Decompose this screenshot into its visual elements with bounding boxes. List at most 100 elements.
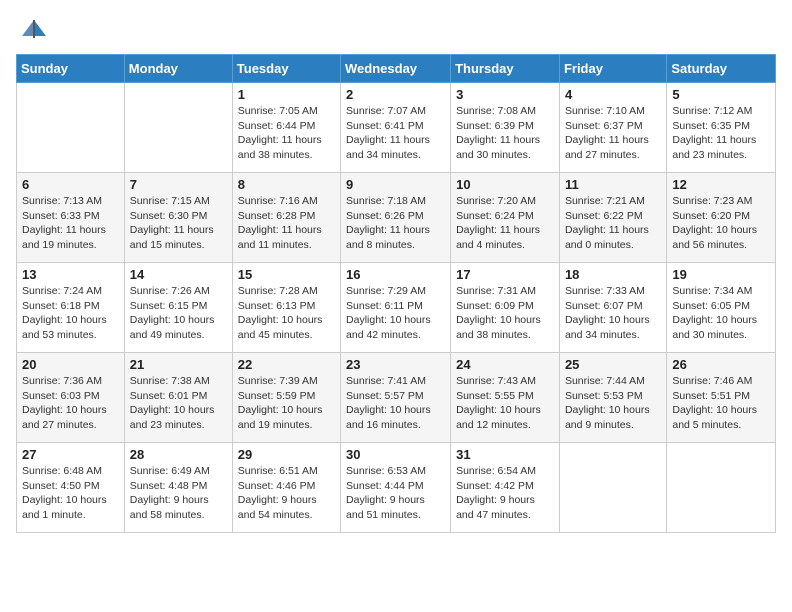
day-info: Sunrise: 7:46 AM Sunset: 5:51 PM Dayligh…	[672, 374, 770, 433]
calendar-cell: 7Sunrise: 7:15 AM Sunset: 6:30 PM Daylig…	[124, 173, 232, 263]
day-number: 21	[130, 357, 227, 372]
day-info: Sunrise: 7:26 AM Sunset: 6:15 PM Dayligh…	[130, 284, 227, 343]
day-number: 24	[456, 357, 554, 372]
calendar-cell: 30 Sunrise: 6:53 AM Sunset: 4:44 PM Dayli…	[341, 443, 451, 533]
day-number: 18	[565, 267, 661, 282]
day-info: Sunrise: 7:34 AM Sunset: 6:05 PM Dayligh…	[672, 284, 770, 343]
calendar-cell	[17, 83, 125, 173]
day-info: Sunrise: 6:53 AM Sunset: 4:44 PM Dayligh…	[346, 464, 445, 523]
calendar-cell: 13 Sunrise: 7:24 AM Sunset: 6:18 PM Dayli…	[17, 263, 125, 353]
day-info: Sunrise: 7:10 AM Sunset: 6:37 PM Dayligh…	[565, 104, 661, 163]
day-number: 7	[130, 177, 227, 192]
day-number: 9	[346, 177, 445, 192]
day-number: 6	[22, 177, 119, 192]
calendar-cell: 19 Sunrise: 7:34 AM Sunset: 6:05 PM Dayli…	[667, 263, 776, 353]
day-info: Sunrise: 7:38 AM Sunset: 6:01 PM Dayligh…	[130, 374, 227, 433]
day-info: Sunrise: 7:18 AM Sunset: 6:26 PM Dayligh…	[346, 194, 445, 253]
day-info: Sunrise: 6:51 AM Sunset: 4:46 PM Dayligh…	[238, 464, 335, 523]
calendar-cell	[124, 83, 232, 173]
calendar-week-row: 1Sunrise: 7:05 AM Sunset: 6:44 PM Daylig…	[17, 83, 776, 173]
day-number: 31	[456, 447, 554, 462]
day-number: 23	[346, 357, 445, 372]
weekday-header: Saturday	[667, 55, 776, 83]
calendar-cell: 22 Sunrise: 7:39 AM Sunset: 5:59 PM Dayli…	[232, 353, 340, 443]
day-number: 10	[456, 177, 554, 192]
day-number: 17	[456, 267, 554, 282]
calendar-cell: 6 Sunrise: 7:13 AM Sunset: 6:33 PM Daylig…	[17, 173, 125, 263]
day-number: 13	[22, 267, 119, 282]
calendar-cell: 11 Sunrise: 7:21 AM Sunset: 6:22 PM Dayli…	[559, 173, 666, 263]
day-number: 14	[130, 267, 227, 282]
calendar-cell: 23Sunrise: 7:41 AM Sunset: 5:57 PM Dayli…	[341, 353, 451, 443]
header	[16, 16, 776, 44]
day-number: 30	[346, 447, 445, 462]
day-info: Sunrise: 7:12 AM Sunset: 6:35 PM Dayligh…	[672, 104, 770, 163]
calendar-cell: 1Sunrise: 7:05 AM Sunset: 6:44 PM Daylig…	[232, 83, 340, 173]
logo-icon	[20, 16, 48, 44]
day-number: 25	[565, 357, 661, 372]
calendar-cell: 16 Sunrise: 7:29 AM Sunset: 6:11 PM Dayli…	[341, 263, 451, 353]
day-number: 19	[672, 267, 770, 282]
day-number: 2	[346, 87, 445, 102]
day-info: Sunrise: 7:39 AM Sunset: 5:59 PM Dayligh…	[238, 374, 335, 433]
day-info: Sunrise: 7:28 AM Sunset: 6:13 PM Dayligh…	[238, 284, 335, 343]
weekday-header: Sunday	[17, 55, 125, 83]
day-info: Sunrise: 7:16 AM Sunset: 6:28 PM Dayligh…	[238, 194, 335, 253]
calendar-cell: 14 Sunrise: 7:26 AM Sunset: 6:15 PM Dayli…	[124, 263, 232, 353]
calendar-cell: 18 Sunrise: 7:33 AM Sunset: 6:07 PM Dayli…	[559, 263, 666, 353]
calendar-cell: 26 Sunrise: 7:46 AM Sunset: 5:51 PM Dayli…	[667, 353, 776, 443]
day-info: Sunrise: 7:23 AM Sunset: 6:20 PM Dayligh…	[672, 194, 770, 253]
calendar-week-row: 13 Sunrise: 7:24 AM Sunset: 6:18 PM Dayli…	[17, 263, 776, 353]
calendar-week-row: 20Sunrise: 7:36 AM Sunset: 6:03 PM Dayli…	[17, 353, 776, 443]
day-info: Sunrise: 7:08 AM Sunset: 6:39 PM Dayligh…	[456, 104, 554, 163]
calendar-week-row: 6 Sunrise: 7:13 AM Sunset: 6:33 PM Daylig…	[17, 173, 776, 263]
weekday-header: Tuesday	[232, 55, 340, 83]
calendar-cell: 9 Sunrise: 7:18 AM Sunset: 6:26 PM Daylig…	[341, 173, 451, 263]
calendar-cell: 2 Sunrise: 7:07 AM Sunset: 6:41 PM Daylig…	[341, 83, 451, 173]
calendar-cell: 20Sunrise: 7:36 AM Sunset: 6:03 PM Dayli…	[17, 353, 125, 443]
day-number: 4	[565, 87, 661, 102]
calendar-header-row: SundayMondayTuesdayWednesdayThursdayFrid…	[17, 55, 776, 83]
day-info: Sunrise: 7:13 AM Sunset: 6:33 PM Dayligh…	[22, 194, 119, 253]
calendar-cell: 25 Sunrise: 7:44 AM Sunset: 5:53 PM Dayli…	[559, 353, 666, 443]
day-number: 15	[238, 267, 335, 282]
calendar-cell: 15 Sunrise: 7:28 AM Sunset: 6:13 PM Dayli…	[232, 263, 340, 353]
page: SundayMondayTuesdayWednesdayThursdayFrid…	[0, 0, 792, 545]
day-info: Sunrise: 7:20 AM Sunset: 6:24 PM Dayligh…	[456, 194, 554, 253]
day-info: Sunrise: 7:24 AM Sunset: 6:18 PM Dayligh…	[22, 284, 119, 343]
calendar-cell: 3 Sunrise: 7:08 AM Sunset: 6:39 PM Daylig…	[451, 83, 560, 173]
day-number: 26	[672, 357, 770, 372]
day-number: 28	[130, 447, 227, 462]
weekday-header: Monday	[124, 55, 232, 83]
day-number: 11	[565, 177, 661, 192]
calendar-cell: 10 Sunrise: 7:20 AM Sunset: 6:24 PM Dayli…	[451, 173, 560, 263]
day-info: Sunrise: 7:31 AM Sunset: 6:09 PM Dayligh…	[456, 284, 554, 343]
weekday-header: Thursday	[451, 55, 560, 83]
day-info: Sunrise: 6:54 AM Sunset: 4:42 PM Dayligh…	[456, 464, 554, 523]
calendar-cell: 31 Sunrise: 6:54 AM Sunset: 4:42 PM Dayli…	[451, 443, 560, 533]
day-info: Sunrise: 7:07 AM Sunset: 6:41 PM Dayligh…	[346, 104, 445, 163]
day-number: 8	[238, 177, 335, 192]
day-number: 16	[346, 267, 445, 282]
day-info: Sunrise: 7:43 AM Sunset: 5:55 PM Dayligh…	[456, 374, 554, 433]
day-info: Sunrise: 7:29 AM Sunset: 6:11 PM Dayligh…	[346, 284, 445, 343]
day-number: 12	[672, 177, 770, 192]
calendar-cell: 27Sunrise: 6:48 AM Sunset: 4:50 PM Dayli…	[17, 443, 125, 533]
day-info: Sunrise: 7:33 AM Sunset: 6:07 PM Dayligh…	[565, 284, 661, 343]
day-number: 22	[238, 357, 335, 372]
day-info: Sunrise: 7:44 AM Sunset: 5:53 PM Dayligh…	[565, 374, 661, 433]
calendar-week-row: 27Sunrise: 6:48 AM Sunset: 4:50 PM Dayli…	[17, 443, 776, 533]
calendar-cell: 17 Sunrise: 7:31 AM Sunset: 6:09 PM Dayli…	[451, 263, 560, 353]
calendar-cell: 29 Sunrise: 6:51 AM Sunset: 4:46 PM Dayli…	[232, 443, 340, 533]
day-info: Sunrise: 6:48 AM Sunset: 4:50 PM Dayligh…	[22, 464, 119, 523]
day-number: 3	[456, 87, 554, 102]
calendar-cell: 5Sunrise: 7:12 AM Sunset: 6:35 PM Daylig…	[667, 83, 776, 173]
weekday-header: Friday	[559, 55, 666, 83]
calendar-cell: 24 Sunrise: 7:43 AM Sunset: 5:55 PM Dayli…	[451, 353, 560, 443]
logo	[16, 16, 48, 44]
day-number: 29	[238, 447, 335, 462]
calendar-table: SundayMondayTuesdayWednesdayThursdayFrid…	[16, 54, 776, 533]
day-info: Sunrise: 7:21 AM Sunset: 6:22 PM Dayligh…	[565, 194, 661, 253]
day-info: Sunrise: 7:36 AM Sunset: 6:03 PM Dayligh…	[22, 374, 119, 433]
calendar-cell: 12 Sunrise: 7:23 AM Sunset: 6:20 PM Dayli…	[667, 173, 776, 263]
